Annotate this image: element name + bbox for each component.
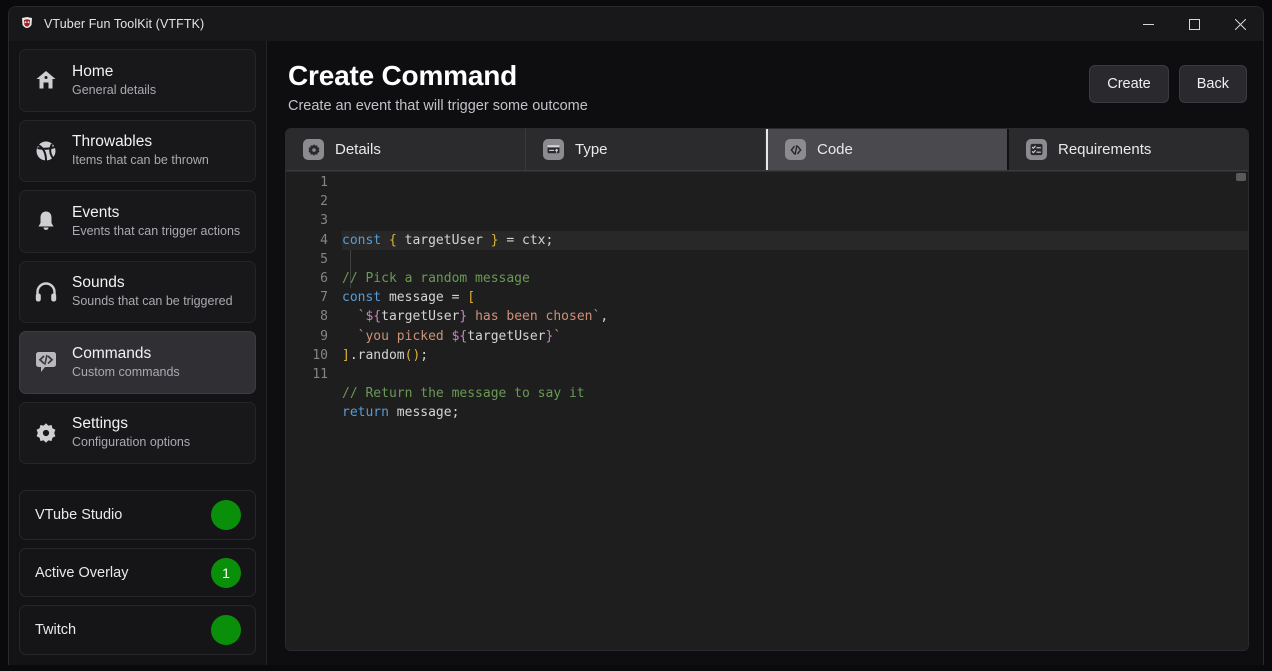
status-badge — [211, 615, 241, 646]
line-number: 8 — [320, 309, 328, 325]
bell-icon — [32, 207, 60, 235]
sidebar-item-home[interactable]: Home General details — [19, 49, 256, 112]
tab-code[interactable]: Code — [766, 129, 1009, 170]
code-bubble-icon — [32, 348, 60, 376]
window-title: VTuber Fun ToolKit (VTFTK) — [44, 17, 205, 31]
code-line[interactable] — [342, 250, 1248, 269]
code-icon — [785, 139, 806, 160]
checklist-icon — [1026, 139, 1047, 160]
status-vtube-studio[interactable]: VTube Studio — [19, 490, 256, 540]
sidebar-item-label: Throwables — [72, 133, 153, 151]
status-badge — [211, 499, 241, 530]
code-line[interactable]: // Pick a random message — [342, 269, 1248, 288]
sidebar-item-settings[interactable]: Settings Configuration options — [19, 401, 256, 465]
tab-type[interactable]: Type — [526, 129, 766, 170]
tab-bar: Details Type Code Requirements — [286, 129, 1248, 171]
tab-label: Details — [335, 141, 381, 158]
status-label: Twitch — [35, 622, 77, 639]
code-line[interactable]: return message; — [342, 403, 1248, 422]
code-line[interactable]: const { targetUser } = ctx; — [342, 230, 1248, 250]
headphones-icon — [32, 278, 60, 306]
line-number: 3 — [320, 213, 328, 229]
header-actions: Create Back — [1089, 59, 1247, 103]
code-line[interactable]: ].random(); — [342, 346, 1248, 365]
sidebar-item-label: Events — [72, 203, 120, 221]
sidebar-item-label: Sounds — [72, 274, 125, 292]
sidebar-item-sublabel: Sounds that can be triggered — [72, 294, 233, 309]
app-window: VTuber Fun ToolKit (VTFTK) Home General … — [8, 6, 1264, 665]
tab-details[interactable]: Details — [286, 129, 526, 170]
minimize-icon[interactable] — [1125, 7, 1171, 41]
close-icon[interactable] — [1217, 7, 1263, 41]
status-label: VTube Studio — [35, 506, 123, 523]
line-number: 10 — [312, 347, 328, 363]
status-twitch[interactable]: Twitch — [19, 605, 256, 655]
house-icon — [32, 66, 60, 94]
status-label: Active Overlay — [35, 564, 129, 581]
line-number: 9 — [320, 328, 328, 344]
code-line[interactable]: `you picked ${targetUser}` — [342, 327, 1248, 346]
gear-icon — [303, 139, 324, 160]
tab-label: Type — [575, 141, 608, 158]
sidebar-item-sublabel: Items that can be thrown — [72, 153, 209, 168]
window-controls — [1125, 7, 1263, 41]
sidebar-item-throwables[interactable]: Throwables Items that can be thrown — [19, 119, 256, 183]
page-header: Create Command Create an event that will… — [285, 51, 1249, 128]
sidebar-item-sublabel: Configuration options — [72, 435, 191, 450]
line-number: 1 — [320, 175, 328, 190]
gear-icon — [32, 419, 60, 447]
code-content[interactable]: const { targetUser } = ctx; // Pick a ra… — [342, 171, 1248, 650]
sidebar-item-label: Commands — [72, 344, 152, 362]
vtftk-logo-icon — [19, 16, 35, 32]
code-editor[interactable]: 1 2 3 4 5 6 7 8 9 10 11 const { targetUser } = ctx… — [286, 171, 1248, 650]
sidebar-item-commands[interactable]: Commands Custom commands — [19, 331, 256, 394]
status-active-overlay[interactable]: Active Overlay 1 — [19, 547, 256, 598]
page-title: Create Command — [288, 60, 518, 91]
status-badge: 1 — [211, 557, 241, 588]
window-body: Home General details Throwables Items th… — [9, 41, 1263, 665]
tab-label: Requirements — [1058, 141, 1152, 158]
command-editor-card: Details Type Code Requirements 1 2 3 4 5… — [285, 128, 1249, 651]
sidebar-item-sublabel: General details — [72, 82, 157, 97]
tab-label: Code — [817, 141, 853, 158]
create-button[interactable]: Create — [1089, 65, 1169, 103]
line-number-gutter: 1 2 3 4 5 6 7 8 9 10 11 — [286, 171, 342, 650]
title-bar: VTuber Fun ToolKit (VTFTK) — [9, 7, 1263, 41]
page-subtitle: Create an event that will trigger some o… — [288, 98, 588, 114]
line-number: 2 — [320, 194, 328, 210]
ball-icon — [32, 137, 60, 165]
sidebar-item-label: Home — [72, 62, 114, 80]
main-content: Create Command Create an event that will… — [267, 41, 1263, 665]
editor-scrollbar-thumb[interactable] — [1236, 173, 1246, 181]
code-line[interactable]: `${targetUser} has been chosen`, — [342, 307, 1248, 326]
code-line[interactable]: // Return the message to say it — [342, 384, 1248, 403]
indent-guide — [350, 249, 351, 289]
sidebar-item-sounds[interactable]: Sounds Sounds that can be triggered — [19, 260, 256, 324]
input-card-icon — [543, 139, 564, 160]
line-number: 4 — [320, 232, 328, 248]
code-line[interactable]: const message = [ — [342, 288, 1248, 307]
sidebar-item-label: Settings — [72, 415, 129, 433]
back-button[interactable]: Back — [1178, 65, 1247, 103]
line-number: 6 — [320, 270, 328, 286]
sidebar-item-sublabel: Custom commands — [72, 364, 180, 379]
code-line[interactable] — [342, 365, 1248, 384]
sidebar-item-sublabel: Events that can trigger actions — [72, 223, 241, 238]
sidebar-item-events[interactable]: Events Events that can trigger actions — [19, 190, 256, 253]
tab-requirements[interactable]: Requirements — [1009, 129, 1248, 170]
editor-scrollbar[interactable] — [1234, 171, 1248, 650]
code-line[interactable] — [342, 422, 1248, 441]
line-number: 11 — [312, 366, 328, 382]
line-number: 5 — [320, 251, 328, 267]
line-number: 7 — [320, 290, 328, 306]
maximize-icon[interactable] — [1171, 7, 1217, 41]
sidebar: Home General details Throwables Items th… — [9, 41, 267, 665]
